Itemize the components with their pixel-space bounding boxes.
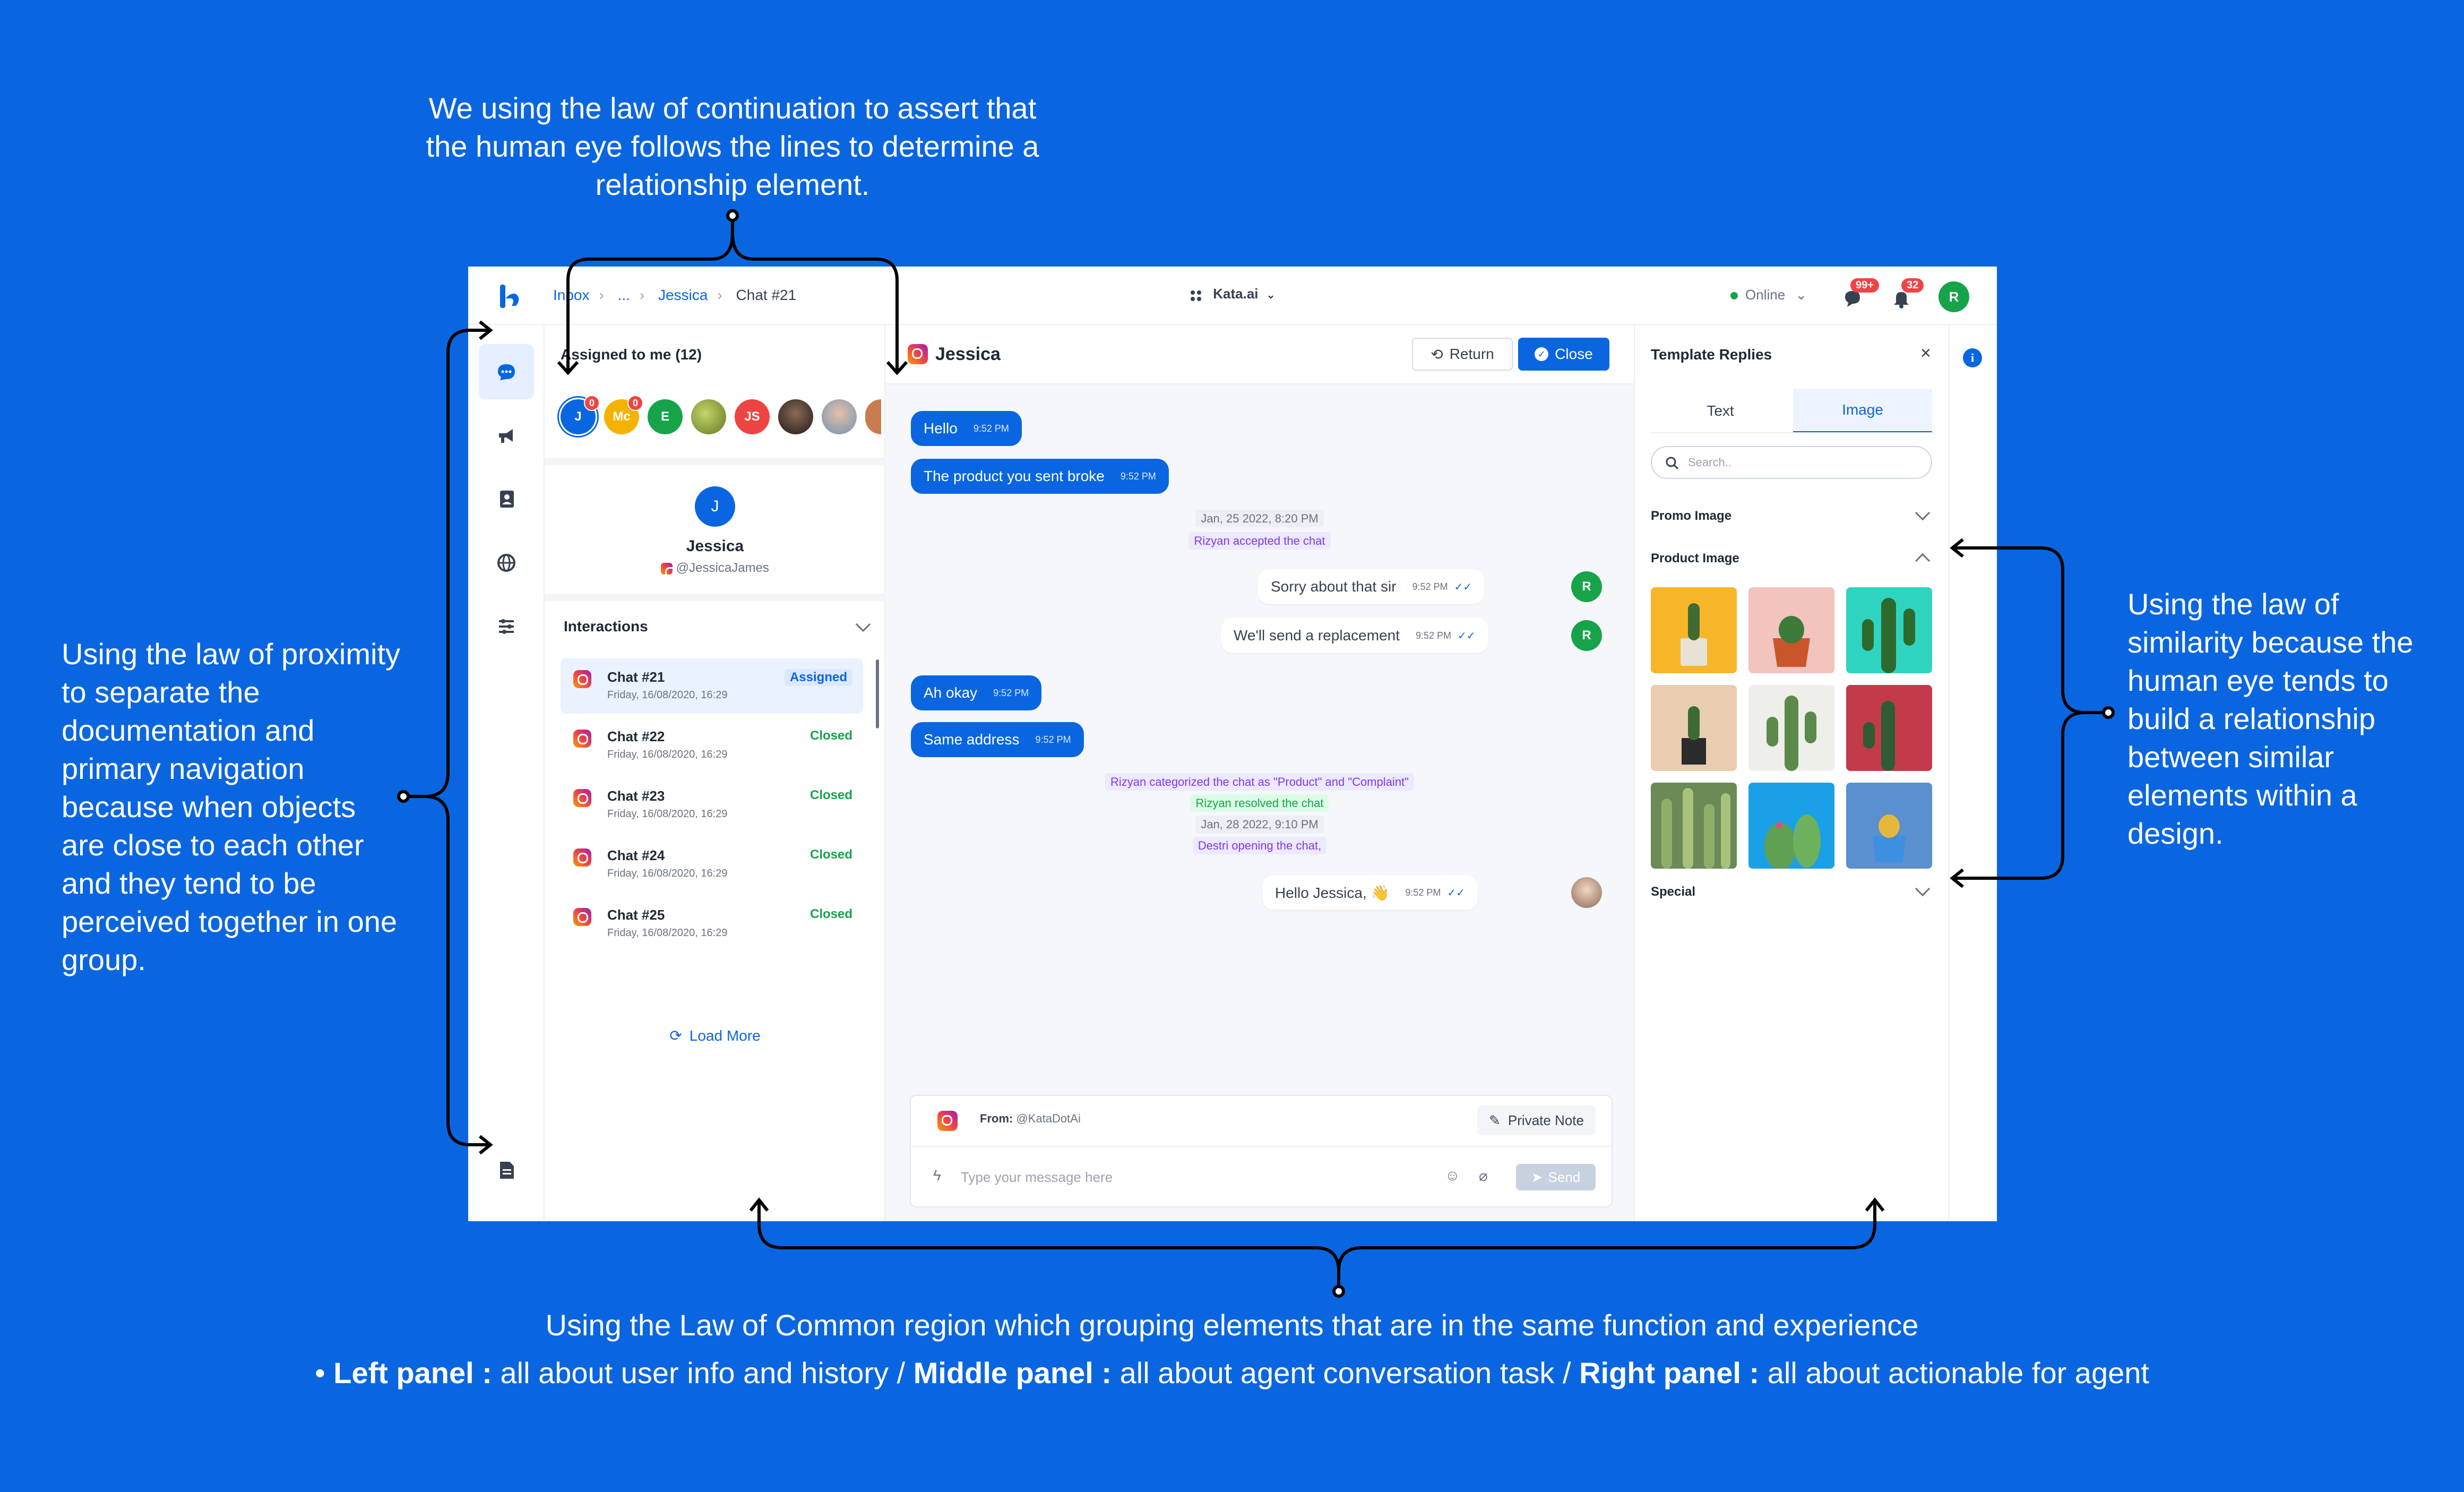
annotation-connectors	[397, 209, 2115, 1298]
